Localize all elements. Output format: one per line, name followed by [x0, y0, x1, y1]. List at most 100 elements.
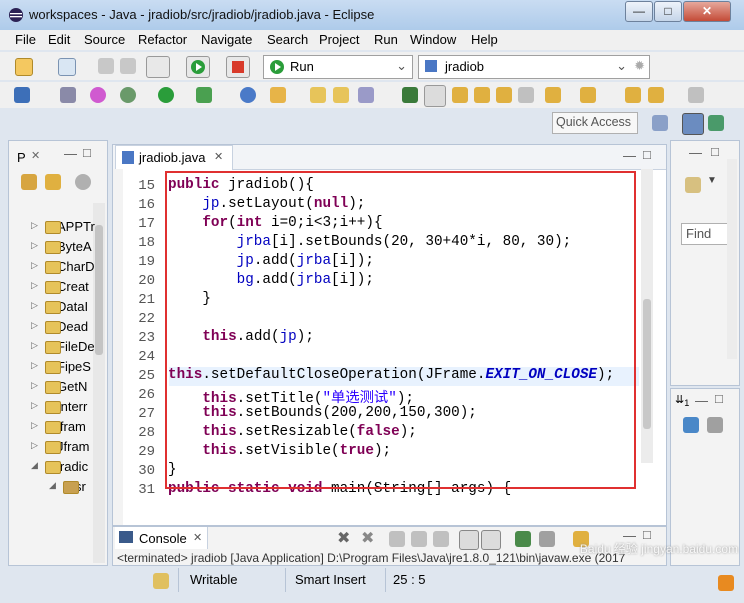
search-icon[interactable]	[358, 87, 374, 103]
menu-search[interactable]: Search	[267, 32, 308, 47]
terminate-icon[interactable]: ✖	[337, 528, 350, 548]
find-input[interactable]: Find	[681, 223, 733, 245]
minimize-icon[interactable]: —	[689, 145, 702, 160]
tree-item[interactable]: ▷ Interr	[31, 399, 87, 414]
tree-item[interactable]: ▷ CharD	[31, 259, 95, 274]
prev-annotation-icon[interactable]	[580, 87, 596, 103]
stop-icon[interactable]	[226, 56, 250, 78]
menu-run[interactable]: Run	[374, 32, 398, 47]
tab-package-explorer[interactable]: P	[17, 150, 26, 165]
hierarchy-icon[interactable]	[707, 417, 723, 433]
block-selection-icon[interactable]	[452, 87, 468, 103]
mark-occurrences-icon[interactable]	[424, 85, 446, 107]
save-icon[interactable]	[98, 58, 114, 74]
remove-all-icon[interactable]: ✖	[361, 528, 374, 548]
debug-perspective-button-icon[interactable]	[708, 115, 724, 131]
status-bar: Writable Smart Insert 25 : 5	[0, 568, 744, 603]
maximize-icon[interactable]: □	[83, 145, 91, 160]
tree-item[interactable]: ▷ GetN	[31, 379, 87, 394]
project-combo[interactable]: jradiob ⌄ ✹	[418, 55, 650, 79]
quick-access-input[interactable]: Quick Access	[552, 112, 638, 134]
forward-icon[interactable]	[688, 87, 704, 103]
pin-console-icon[interactable]	[515, 531, 531, 547]
tree-item[interactable]: ▷ FipeS	[31, 359, 91, 374]
close-button[interactable]: ✕	[683, 1, 731, 22]
run-last-icon[interactable]	[158, 87, 174, 103]
annotation-icon[interactable]	[402, 87, 418, 103]
tree-item[interactable]: ▷ Creat	[31, 279, 89, 294]
close-icon[interactable]: ✕	[31, 149, 40, 162]
word-wrap-icon[interactable]	[433, 531, 449, 547]
run-icon[interactable]	[186, 56, 210, 78]
new-package-icon[interactable]	[58, 58, 76, 76]
back-icon[interactable]	[648, 87, 664, 103]
tab-console[interactable]: Console ✕	[115, 527, 208, 549]
new-class-icon[interactable]	[240, 87, 256, 103]
menu-edit[interactable]: Edit	[48, 32, 70, 47]
new-icon[interactable]	[15, 58, 33, 76]
bug-icon[interactable]	[120, 87, 136, 103]
paragraph-icon[interactable]	[518, 87, 534, 103]
tree-item[interactable]: ▷ FileDe	[31, 339, 95, 354]
tree-item[interactable]: ◢ jradic	[31, 459, 88, 474]
java-perspective-icon[interactable]	[682, 113, 704, 135]
scrollbar[interactable]	[727, 159, 737, 359]
pin-icon[interactable]	[60, 87, 76, 103]
close-icon[interactable]: ✕	[193, 531, 202, 544]
tree-item[interactable]: ◢ sr	[49, 479, 86, 494]
menu-window[interactable]: Window	[410, 32, 456, 47]
run-config-combo[interactable]: Run ⌄	[263, 55, 413, 79]
menu-project[interactable]: Project	[319, 32, 359, 47]
open-type-icon[interactable]	[310, 87, 326, 103]
chevron-down-icon[interactable]: ▼	[707, 175, 717, 186]
tree-item[interactable]: ▷ APPTr	[31, 219, 95, 234]
menu-source[interactable]: Source	[84, 32, 125, 47]
show-whitespace-icon[interactable]	[496, 87, 512, 103]
link-editor-icon[interactable]	[45, 174, 61, 190]
save-all-icon[interactable]	[120, 58, 136, 74]
maximize-icon[interactable]: □	[711, 144, 719, 159]
debug-perspective-icon[interactable]	[90, 87, 106, 103]
scrollbar[interactable]	[93, 203, 105, 563]
toggle-icon[interactable]	[14, 87, 30, 103]
new-task-icon[interactable]	[685, 177, 701, 193]
minimize-icon[interactable]: —	[64, 146, 77, 161]
maximize-button[interactable]: □	[654, 1, 682, 22]
menu-help[interactable]: Help	[471, 32, 498, 47]
console-icon	[119, 531, 133, 543]
next-annotation-icon[interactable]	[545, 87, 561, 103]
display-console-icon[interactable]	[539, 531, 555, 547]
scroll-lock-icon[interactable]	[411, 531, 427, 547]
tree-item[interactable]: ▷ DataI	[31, 299, 88, 314]
eclipse-logo-icon	[8, 7, 24, 23]
hammer-icon[interactable]	[146, 56, 170, 78]
minimize-icon[interactable]: —	[695, 393, 708, 408]
tree-item[interactable]: ▷ Dead	[31, 319, 88, 334]
open-perspective-icon[interactable]	[652, 115, 668, 131]
menu-navigate[interactable]: Navigate	[201, 32, 252, 47]
show-stderr-icon[interactable]	[481, 530, 501, 550]
tree-item[interactable]: ▷ ByteA	[31, 239, 92, 254]
menu-refactor[interactable]: Refactor	[138, 32, 187, 47]
tree-item[interactable]: ▷ jfram	[31, 419, 86, 434]
maximize-icon[interactable]: □	[715, 391, 723, 406]
gear-icon[interactable]: ✹	[634, 58, 645, 74]
clear-console-icon[interactable]	[389, 531, 405, 547]
view-menu-icon[interactable]	[75, 174, 91, 190]
show-stdout-icon[interactable]	[459, 530, 479, 550]
main-toolbar: Run ⌄ jradiob ⌄ ✹	[0, 52, 744, 80]
tree-item[interactable]: ▷ Jfram	[31, 439, 90, 454]
collapse-all-icon[interactable]	[21, 174, 37, 190]
open-folder-icon[interactable]	[333, 87, 349, 103]
refresh-icon[interactable]	[270, 87, 286, 103]
outline-icon[interactable]	[683, 417, 699, 433]
minimize-button[interactable]: —	[625, 1, 653, 22]
tab-outline[interactable]: ⇊1	[675, 393, 689, 408]
coverage-icon[interactable]	[196, 87, 212, 103]
word-wrap-icon[interactable]	[474, 87, 490, 103]
editor-scrollbar[interactable]	[641, 169, 653, 463]
maximize-icon[interactable]: □	[643, 147, 651, 162]
menu-file[interactable]: File	[15, 32, 36, 47]
project-combo-label: jradiob	[445, 59, 485, 74]
last-edit-icon[interactable]	[625, 87, 641, 103]
